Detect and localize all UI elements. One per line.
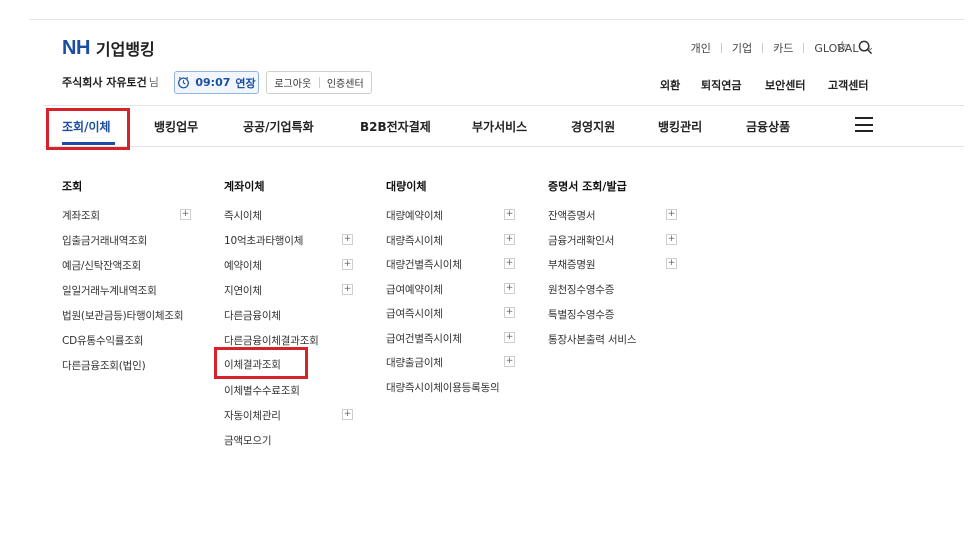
gnb-top-divider <box>44 105 964 106</box>
quick-link-customer[interactable]: 고객센터 <box>828 77 868 93</box>
menu-col-title-inquiry[interactable]: 조회 <box>62 178 82 194</box>
menu-item[interactable]: 즉시이체 <box>224 208 262 223</box>
menu-item[interactable]: 다른금융조회(법인) <box>62 358 146 373</box>
plus-icon[interactable]: + <box>342 409 353 420</box>
user-suffix: 님 <box>148 76 159 89</box>
menu-item[interactable]: 부채증명원 <box>548 257 596 272</box>
plus-icon[interactable]: + <box>504 356 515 367</box>
menu-item[interactable]: 잔액증명서 <box>548 208 596 223</box>
highlight-box-gnb <box>46 108 130 150</box>
menu-col-title-transfer[interactable]: 계좌이체 <box>224 178 264 194</box>
plus-icon[interactable]: + <box>504 258 515 269</box>
util-separator <box>762 43 764 53</box>
logout-button[interactable]: 로그아웃 <box>267 75 319 90</box>
menu-item[interactable]: 다른금융이체 <box>224 308 281 323</box>
auth-buttons: 로그아웃 인증센터 <box>266 71 372 94</box>
clock-icon <box>178 76 190 89</box>
menu-item[interactable]: 급여즉시이체 <box>386 306 443 321</box>
menu-item[interactable]: 이체별수수료조회 <box>224 383 300 398</box>
menu-item[interactable]: 특별징수영수증 <box>548 307 614 322</box>
menu-item[interactable]: 금액모으기 <box>224 433 272 448</box>
menu-col-title-bulk[interactable]: 대량이체 <box>386 178 426 194</box>
util-corporate[interactable]: 기업 <box>732 40 752 56</box>
gnb-b2b-payment[interactable]: B2B전자결제 <box>360 118 431 135</box>
menu-item[interactable]: 대량즉시이체이용등록동의 <box>386 380 500 395</box>
plus-icon[interactable]: + <box>342 234 353 245</box>
menu-item[interactable]: 예약이체 <box>224 258 262 273</box>
plus-icon[interactable]: + <box>666 209 677 220</box>
util-card[interactable]: 카드 <box>773 40 793 56</box>
user-name: 주식회사 자유토건 <box>62 76 147 89</box>
logo[interactable]: NH 기업뱅킹 <box>62 36 155 60</box>
quick-link-security[interactable]: 보안센터 <box>765 77 805 93</box>
star-icon[interactable]: ☆ <box>836 39 849 55</box>
menu-item[interactable]: 입출금거래내역조회 <box>62 233 147 248</box>
menu-item[interactable]: 법원(보관금등)타행이체조회 <box>62 308 184 323</box>
session-timer-button[interactable]: 09:07 연장 <box>174 71 259 94</box>
gnb-extra-services[interactable]: 부가서비스 <box>472 118 527 135</box>
menu-item[interactable]: 급여예약이체 <box>386 282 443 297</box>
menu-item[interactable]: 대량건별즉시이체 <box>386 257 462 272</box>
extend-label: 연장 <box>235 76 256 90</box>
gnb-banking[interactable]: 뱅킹업무 <box>154 118 198 135</box>
plus-icon[interactable]: + <box>504 332 515 343</box>
menu-col-title-certificate[interactable]: 증명서 조회/발급 <box>548 178 627 194</box>
menu-item[interactable]: 일일거래누계내역조회 <box>62 283 157 298</box>
plus-icon[interactable]: + <box>666 258 677 269</box>
quick-link-pension[interactable]: 퇴직연금 <box>701 77 741 93</box>
gnb-bottom-divider <box>44 146 964 147</box>
plus-icon[interactable]: + <box>504 209 515 220</box>
menu-item[interactable]: 자동이체관리 <box>224 408 281 423</box>
plus-icon[interactable]: + <box>666 234 677 245</box>
plus-icon[interactable]: + <box>342 284 353 295</box>
quick-link-forex[interactable]: 외환 <box>660 77 680 93</box>
menu-item[interactable]: CD유통수익률조회 <box>62 333 143 348</box>
plus-icon[interactable]: + <box>180 209 191 220</box>
menu-item[interactable]: 대량즉시이체 <box>386 233 443 248</box>
top-divider <box>30 19 964 20</box>
util-separator <box>720 43 722 53</box>
timer-value: 09:07 <box>195 76 231 89</box>
menu-item[interactable]: 대량예약이체 <box>386 208 443 223</box>
menu-item[interactable]: 지연이체 <box>224 283 262 298</box>
menu-item[interactable]: 통장사본출력 서비스 <box>548 332 636 347</box>
menu-item[interactable]: 급여건별즉시이체 <box>386 331 462 346</box>
cert-center-button[interactable]: 인증센터 <box>320 75 372 90</box>
menu-item[interactable]: 원천징수영수증 <box>548 282 614 297</box>
menu-item[interactable]: 계좌조회 <box>62 208 100 223</box>
gnb-banking-admin[interactable]: 뱅킹관리 <box>658 118 702 135</box>
logo-name: 기업뱅킹 <box>95 40 155 59</box>
plus-icon[interactable]: + <box>504 283 515 294</box>
menu-item[interactable]: 대량출금이체 <box>386 355 443 370</box>
plus-icon[interactable]: + <box>504 234 515 245</box>
gnb-public-corporate[interactable]: 공공/기업특화 <box>243 118 314 135</box>
search-icon[interactable] <box>858 40 873 55</box>
gnb-products[interactable]: 금융상품 <box>746 118 790 135</box>
gnb-management[interactable]: 경영지원 <box>571 118 615 135</box>
menu-item[interactable]: 예금/신탁잔액조회 <box>62 258 141 273</box>
highlight-box-transfer-result <box>214 347 308 379</box>
plus-icon[interactable]: + <box>342 259 353 270</box>
logo-nh: NH <box>62 36 90 59</box>
util-separator <box>803 43 805 53</box>
plus-icon[interactable]: + <box>504 307 515 318</box>
menu-icon[interactable] <box>855 117 873 132</box>
user-greeting: 주식회사 자유토건 님 <box>62 74 159 90</box>
util-personal[interactable]: 개인 <box>691 40 711 56</box>
menu-item[interactable]: 금융거래확인서 <box>548 233 614 248</box>
menu-item[interactable]: 10억초과타행이체 <box>224 233 303 248</box>
menu-item[interactable]: 다른금융이체결과조회 <box>224 333 319 348</box>
